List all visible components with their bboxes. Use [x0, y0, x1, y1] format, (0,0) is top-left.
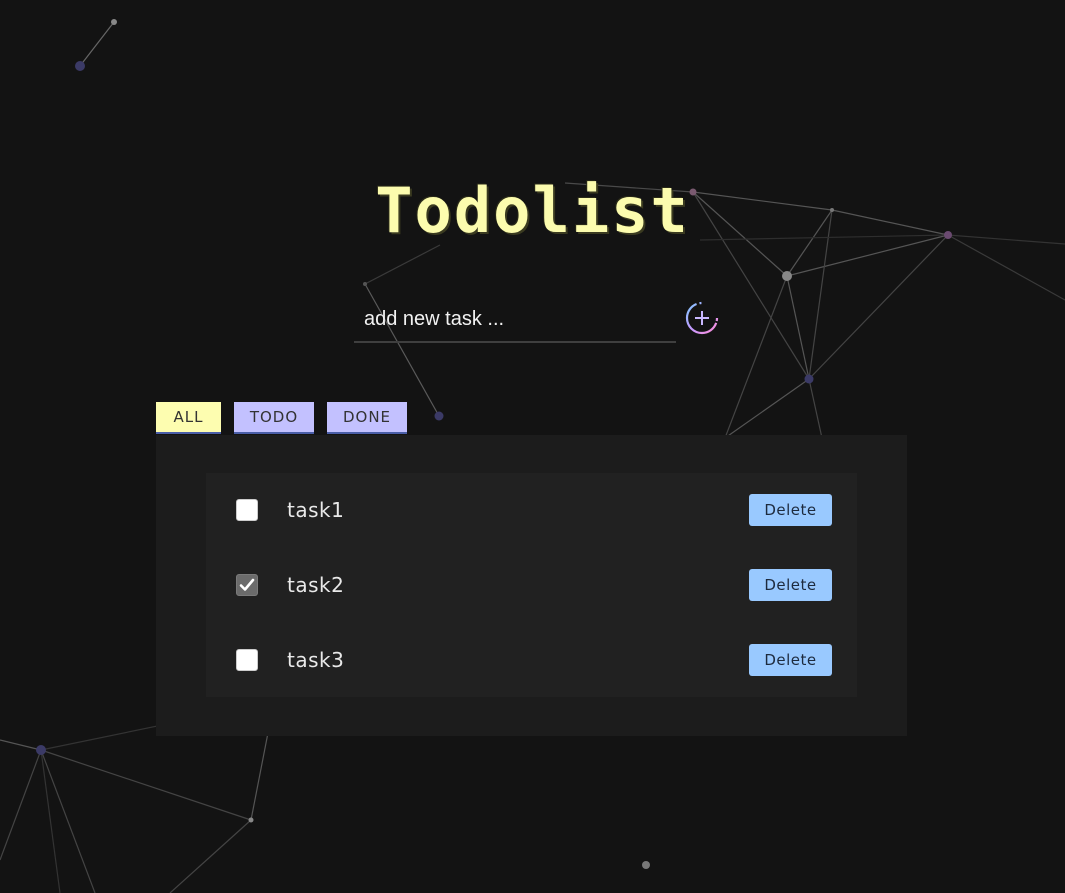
task-panel: task1 Delete task2 Delete task3 Delete: [156, 435, 907, 736]
tab-done[interactable]: DONE: [327, 402, 407, 434]
delete-button[interactable]: Delete: [749, 494, 832, 526]
task-label: task1: [287, 498, 345, 522]
delete-button[interactable]: Delete: [749, 569, 832, 601]
task-row: task1 Delete: [206, 480, 857, 540]
task-row: task2 Delete: [206, 555, 857, 615]
new-task-input[interactable]: [354, 298, 676, 341]
plus-circle-icon: [685, 301, 719, 335]
tab-todo[interactable]: TODO: [234, 402, 314, 434]
tab-all[interactable]: ALL: [156, 402, 221, 434]
task-checkbox[interactable]: [236, 574, 258, 596]
task-label: task3: [287, 648, 345, 672]
add-task-button[interactable]: [685, 301, 719, 335]
task-label: task2: [287, 573, 345, 597]
filter-tabs: ALL TODO DONE: [156, 402, 407, 434]
new-task-field: [354, 298, 676, 343]
app-title: Todolist: [375, 174, 690, 247]
task-row: task3 Delete: [206, 630, 857, 690]
task-list: task1 Delete task2 Delete task3 Delete: [206, 473, 857, 697]
task-checkbox[interactable]: [236, 649, 258, 671]
task-checkbox[interactable]: [236, 499, 258, 521]
delete-button[interactable]: Delete: [749, 644, 832, 676]
checkmark-icon: [239, 578, 255, 591]
